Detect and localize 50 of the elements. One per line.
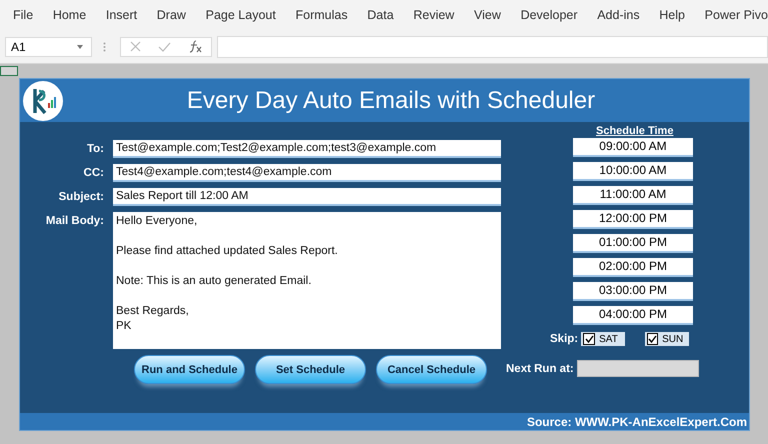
ribbon-tab[interactable]: Help <box>659 8 685 22</box>
ribbon-tab[interactable]: Add-ins <box>597 8 640 22</box>
ribbon-tab[interactable]: Insert <box>106 8 138 22</box>
action-button[interactable]: Cancel Schedule <box>376 355 487 384</box>
ribbon-tab[interactable]: View <box>474 8 501 22</box>
ribbon-tab[interactable]: Power Pivo <box>704 8 768 22</box>
ribbon-tab[interactable]: Formulas <box>296 8 348 22</box>
source-text: Source: WWW.PK-AnExcelExpert.Com <box>526 414 747 428</box>
field-label: CC: <box>82 167 104 179</box>
checkbox[interactable] <box>647 333 658 345</box>
input-field[interactable]: Test@example.com;Test2@example.com;test3@example.com <box>113 140 501 158</box>
field-label: Mail Body: <box>44 214 104 227</box>
time-field[interactable]: 10:00:00 AM <box>573 162 693 181</box>
function-icon[interactable] <box>188 40 202 53</box>
ribbon-tab[interactable]: Home <box>52 8 86 22</box>
ribbon-tab[interactable]: Page Layout <box>206 8 276 22</box>
time-field[interactable]: 01:00:00 PM <box>573 234 693 253</box>
ribbon-tab[interactable]: Draw <box>156 8 186 22</box>
dots-icon <box>103 42 106 52</box>
action-button[interactable]: Run and Schedule <box>134 355 245 384</box>
caret-icon <box>77 44 83 48</box>
form-title: Every Day Auto Emails with Scheduler <box>186 86 596 114</box>
time-field[interactable]: 04:00:00 PM <box>573 306 693 325</box>
name-box[interactable]: A1 <box>5 36 92 56</box>
time-field[interactable]: 02:00:00 PM <box>573 258 693 277</box>
time-field[interactable]: 09:00:00 AM <box>573 138 693 157</box>
check-icon[interactable] <box>158 42 171 52</box>
input-field[interactable]: Test4@example.com;test4@example.com <box>113 164 501 182</box>
day-checkbox[interactable]: SUN <box>645 332 690 346</box>
selected-cell[interactable] <box>0 66 18 76</box>
time-field[interactable]: 12:00:00 PM <box>573 210 693 229</box>
schedule-heading: Schedule Time <box>596 125 674 137</box>
mail-body-field[interactable]: Hello Everyone, Please find attached updated Sales Report. Note: This is an auto generated Email. Best Regards, PK <box>113 212 501 349</box>
day-checkbox[interactable]: SAT <box>581 332 626 346</box>
action-button[interactable]: Set Schedule <box>255 355 366 384</box>
ribbon-tab[interactable]: Review <box>413 8 454 22</box>
time-field[interactable]: 11:00:00 AM <box>573 186 693 205</box>
formula-input[interactable] <box>217 36 768 58</box>
ribbon-tab[interactable]: Developer <box>520 8 578 22</box>
time-field[interactable]: 03:00:00 PM <box>573 282 693 301</box>
logo-icon <box>23 80 63 120</box>
ribbon-tab[interactable]: Data <box>367 8 394 22</box>
skip-label: Skip: <box>550 333 578 345</box>
ribbon-tab[interactable]: File <box>13 8 34 22</box>
field-label: Subject: <box>58 191 104 203</box>
next-run-field[interactable] <box>576 360 699 377</box>
checkbox[interactable] <box>583 333 596 345</box>
field-label: To: <box>86 143 104 155</box>
next-run-label: Next Run at: <box>506 362 574 374</box>
input-field[interactable]: Sales Report till 12:00 AM <box>113 188 501 206</box>
